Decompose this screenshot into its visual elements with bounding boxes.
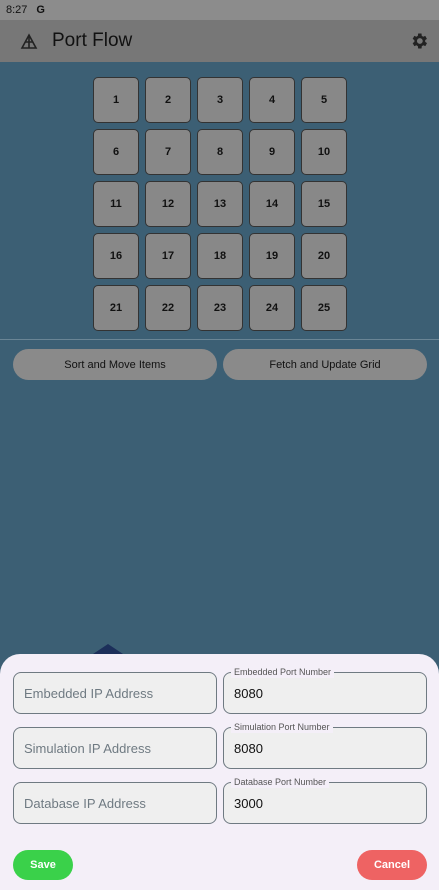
grid-cell[interactable]: 16 [93, 233, 139, 279]
simulation-port-label: Simulation Port Number [231, 721, 333, 733]
app-title: Port Flow [52, 30, 133, 51]
sort-move-button[interactable]: Sort and Move Items [13, 349, 217, 380]
embedded-ip-field[interactable]: Embedded IP Address [13, 672, 217, 714]
grid-cell[interactable]: 24 [249, 285, 295, 331]
grid-cell[interactable]: 4 [249, 77, 295, 123]
grid-cell[interactable]: 12 [145, 181, 191, 227]
embedded-port-value: 8080 [234, 685, 263, 701]
simulation-ip-field[interactable]: Simulation IP Address [13, 727, 217, 769]
embedded-port-field[interactable]: Embedded Port Number 8080 [223, 666, 427, 714]
grid-cell[interactable]: 10 [301, 129, 347, 175]
grid-cell[interactable]: 9 [249, 129, 295, 175]
grid-cell[interactable]: 1 [93, 77, 139, 123]
grid-cell[interactable]: 11 [93, 181, 139, 227]
google-icon: G [36, 4, 45, 16]
gear-icon[interactable] [409, 31, 429, 51]
database-port-value: 3000 [234, 795, 263, 811]
embedded-row: Embedded IP Address Embedded Port Number… [13, 666, 427, 714]
grid-cell[interactable]: 3 [197, 77, 243, 123]
save-button[interactable]: Save [13, 850, 73, 880]
grid-cell[interactable]: 21 [93, 285, 139, 331]
grid-cell[interactable]: 19 [249, 233, 295, 279]
grid-cell[interactable]: 14 [249, 181, 295, 227]
grid-cell[interactable]: 17 [145, 233, 191, 279]
fetch-update-button[interactable]: Fetch and Update Grid [223, 349, 427, 380]
grid-cell[interactable]: 8 [197, 129, 243, 175]
grid-cell[interactable]: 22 [145, 285, 191, 331]
grid-cell[interactable]: 18 [197, 233, 243, 279]
app-bar: Port Flow [0, 20, 439, 62]
database-ip-placeholder: Database IP Address [24, 795, 146, 811]
database-port-label: Database Port Number [231, 776, 330, 788]
grid-cell[interactable]: 2 [145, 77, 191, 123]
database-ip-field[interactable]: Database IP Address [13, 782, 217, 824]
grid-cell[interactable]: 5 [301, 77, 347, 123]
status-time: 8:27 [6, 4, 28, 16]
database-row: Database IP Address Database Port Number… [13, 776, 427, 824]
embedded-ip-placeholder: Embedded IP Address [24, 685, 154, 701]
simulation-port-value: 8080 [234, 740, 263, 756]
action-row: Sort and Move Items Fetch and Update Gri… [13, 349, 427, 380]
grid-cell[interactable]: 6 [93, 129, 139, 175]
grid-cell[interactable]: 25 [301, 285, 347, 331]
grid-cell[interactable]: 23 [197, 285, 243, 331]
port-logo-icon [20, 33, 38, 49]
grid-cell[interactable]: 15 [301, 181, 347, 227]
grid-cell[interactable]: 7 [145, 129, 191, 175]
simulation-row: Simulation IP Address Simulation Port Nu… [13, 721, 427, 769]
simulation-ip-placeholder: Simulation IP Address [24, 740, 151, 756]
status-bar: 8:27 G [0, 0, 439, 20]
grid-cell[interactable]: 13 [197, 181, 243, 227]
grid-cell[interactable]: 20 [301, 233, 347, 279]
divider [0, 339, 439, 340]
simulation-port-field[interactable]: Simulation Port Number 8080 [223, 721, 427, 769]
cancel-button[interactable]: Cancel [357, 850, 427, 880]
database-port-field[interactable]: Database Port Number 3000 [223, 776, 427, 824]
embedded-port-label: Embedded Port Number [231, 666, 335, 678]
port-grid: 1 2 3 4 5 6 7 8 9 10 11 12 13 14 15 16 17 18 19 20 21 22 23 24 2… [93, 77, 347, 331]
